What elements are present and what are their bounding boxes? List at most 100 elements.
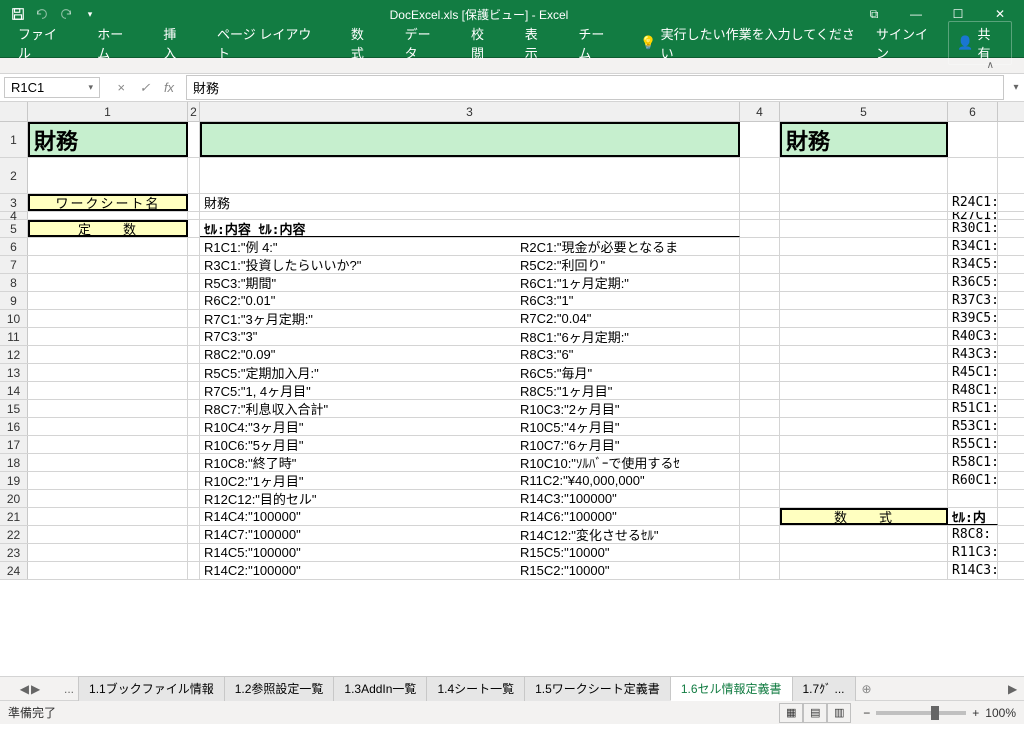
cell[interactable]: R37C3: xyxy=(948,292,998,309)
cell[interactable] xyxy=(188,472,200,489)
row-header[interactable]: 13 xyxy=(0,364,28,381)
cell[interactable] xyxy=(780,436,948,453)
ribbon-tab[interactable]: チーム xyxy=(564,18,630,68)
ribbon-tab[interactable]: 表示 xyxy=(511,18,565,68)
cell[interactable] xyxy=(28,526,188,543)
ribbon-tab[interactable]: ホーム xyxy=(83,18,149,68)
signin-button[interactable]: サインイン xyxy=(876,24,940,62)
row-header[interactable]: 8 xyxy=(0,274,28,291)
cell[interactable]: R6C2:"0.01"R6C3:"1" xyxy=(200,292,740,309)
row-header[interactable]: 19 xyxy=(0,472,28,489)
cell[interactable] xyxy=(780,454,948,471)
row-header[interactable]: 14 xyxy=(0,382,28,399)
cell[interactable]: R8C7:"利息収入合計"R10C3:"2ヶ月目" xyxy=(200,400,740,417)
cell[interactable] xyxy=(28,400,188,417)
cell[interactable] xyxy=(948,122,998,157)
cell[interactable]: 定 数 xyxy=(28,220,188,237)
name-box[interactable]: R1C1 ▾ xyxy=(4,77,100,98)
cell[interactable] xyxy=(740,418,780,435)
cell[interactable]: R5C5:"定期加入月:"R6C5:"毎月" xyxy=(200,364,740,381)
cell[interactable] xyxy=(188,274,200,291)
spreadsheet-grid[interactable]: 123456 1財務財務23ワークシート名財務R24C1:4R27C1:5定 数… xyxy=(0,102,1024,676)
zoom-slider[interactable] xyxy=(876,711,966,715)
cell[interactable]: R10C4:"3ヶ月目"R10C5:"4ヶ月目" xyxy=(200,418,740,435)
cell[interactable] xyxy=(780,310,948,327)
tell-me-search[interactable]: 💡 実行したい作業を入力してください xyxy=(630,24,876,62)
sheet-tab[interactable]: 1.2参照設定一覧 xyxy=(224,676,335,701)
cell[interactable] xyxy=(188,212,200,219)
cell[interactable] xyxy=(28,256,188,273)
column-header[interactable]: 6 xyxy=(948,102,998,121)
ribbon-tab[interactable]: 挿入 xyxy=(149,18,203,68)
cell[interactable] xyxy=(188,454,200,471)
cell[interactable]: R48C1: xyxy=(948,382,998,399)
cell[interactable] xyxy=(188,256,200,273)
cell[interactable]: R27C1: xyxy=(948,212,998,219)
cell[interactable] xyxy=(780,490,948,507)
cell[interactable]: 財務 xyxy=(28,122,188,157)
ribbon-tab[interactable]: 校閲 xyxy=(457,18,511,68)
column-header[interactable]: 4 xyxy=(740,102,780,121)
cell[interactable] xyxy=(188,526,200,543)
row-header[interactable]: 22 xyxy=(0,526,28,543)
cell[interactable]: R51C1: xyxy=(948,400,998,417)
cell[interactable]: R5C3:"期間"R6C1:"1ヶ月定期:" xyxy=(200,274,740,291)
sheet-tab[interactable]: 1.3AddIn一覧 xyxy=(333,676,427,701)
cell[interactable] xyxy=(188,328,200,345)
cell[interactable] xyxy=(28,454,188,471)
cell[interactable]: R55C1: xyxy=(948,436,998,453)
cell[interactable]: ｾﾙ:内 xyxy=(948,508,998,525)
cell[interactable] xyxy=(740,310,780,327)
cell[interactable] xyxy=(188,238,200,255)
cell[interactable] xyxy=(188,364,200,381)
cell[interactable] xyxy=(188,194,200,211)
cell[interactable] xyxy=(740,158,780,193)
cell[interactable]: ｾﾙ:内容 ｾﾙ:内容 xyxy=(200,220,740,237)
cell[interactable] xyxy=(780,418,948,435)
page-break-icon[interactable]: ▥ xyxy=(827,703,851,723)
cell[interactable]: R3C1:"投資したらいいか?"R5C2:"利回り" xyxy=(200,256,740,273)
cell[interactable] xyxy=(200,122,740,157)
cell[interactable]: R1C1:"例 4:"R2C1:"現金が必要となるま xyxy=(200,238,740,255)
cell[interactable] xyxy=(740,346,780,363)
cell[interactable] xyxy=(740,562,780,579)
cell[interactable]: R34C1: xyxy=(948,238,998,255)
column-header[interactable]: 1 xyxy=(28,102,188,121)
tab-overflow-left[interactable]: ... xyxy=(60,682,78,696)
cell[interactable] xyxy=(780,544,948,561)
cell[interactable] xyxy=(28,562,188,579)
row-header[interactable]: 5 xyxy=(0,220,28,237)
cell[interactable]: R40C3: xyxy=(948,328,998,345)
cell[interactable] xyxy=(780,562,948,579)
cell[interactable] xyxy=(200,212,740,219)
sheet-tab[interactable]: 1.4シート一覧 xyxy=(426,676,525,701)
cell[interactable] xyxy=(780,194,948,211)
cell[interactable] xyxy=(780,238,948,255)
cell[interactable]: R24C1: xyxy=(948,194,998,211)
cell[interactable] xyxy=(740,292,780,309)
cell[interactable]: R43C3: xyxy=(948,346,998,363)
cell[interactable] xyxy=(780,158,948,193)
cell[interactable] xyxy=(780,400,948,417)
add-sheet-icon[interactable]: ⊕ xyxy=(855,682,879,696)
row-header[interactable]: 15 xyxy=(0,400,28,417)
cell[interactable] xyxy=(188,346,200,363)
cell[interactable]: R14C7:"100000"R14C12:"変化させるｾﾙ" xyxy=(200,526,740,543)
row-header[interactable]: 7 xyxy=(0,256,28,273)
cell[interactable] xyxy=(740,256,780,273)
cell[interactable] xyxy=(188,418,200,435)
cell[interactable] xyxy=(188,562,200,579)
hscroll-right-icon[interactable]: ▶ xyxy=(1008,682,1024,696)
row-header[interactable]: 18 xyxy=(0,454,28,471)
cell[interactable] xyxy=(28,382,188,399)
normal-view-icon[interactable]: ▦ xyxy=(779,703,803,723)
row-header[interactable]: 1 xyxy=(0,122,28,157)
cell[interactable] xyxy=(740,328,780,345)
cell[interactable] xyxy=(28,364,188,381)
cell[interactable] xyxy=(28,418,188,435)
row-header[interactable]: 10 xyxy=(0,310,28,327)
tab-nav-next-icon[interactable]: ▶ xyxy=(31,682,40,696)
cell[interactable] xyxy=(780,346,948,363)
chevron-down-icon[interactable]: ▾ xyxy=(88,82,93,93)
cell[interactable] xyxy=(188,122,200,157)
